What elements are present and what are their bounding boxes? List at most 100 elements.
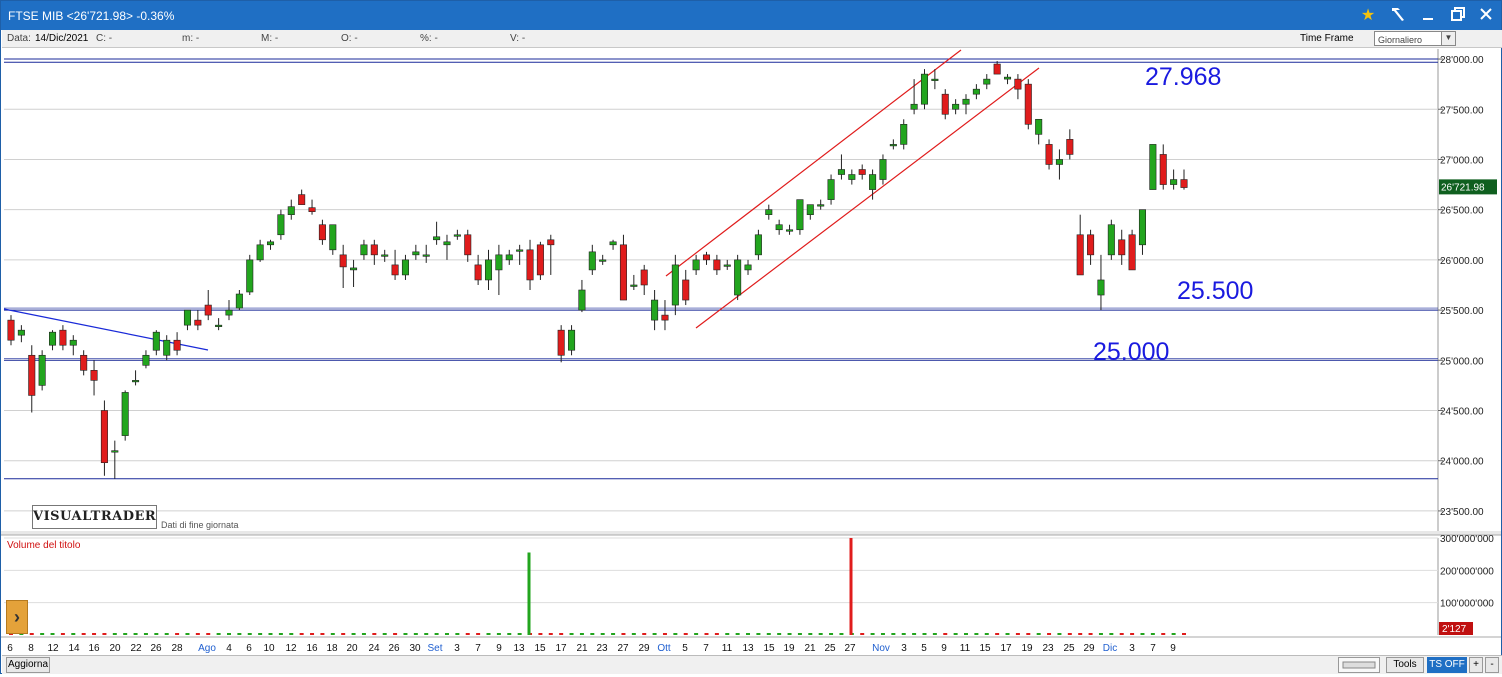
candle-body <box>1066 139 1074 155</box>
x-tick-label: 15 <box>763 643 775 654</box>
candle-body <box>121 392 129 436</box>
candle-body <box>1035 118 1043 135</box>
candle-body <box>723 264 731 267</box>
x-tick-label: 3 <box>454 643 460 654</box>
candle-body <box>152 331 160 351</box>
scroll-slider[interactable] <box>1338 657 1380 673</box>
x-tick-label: 17 <box>555 643 567 654</box>
candle-body <box>433 236 441 241</box>
candle-body <box>422 254 430 257</box>
candle-body <box>869 174 877 190</box>
x-tick-label: 9 <box>1170 643 1176 654</box>
x-tick-label: 9 <box>941 643 947 654</box>
x-tick-label: 19 <box>783 643 795 654</box>
candle-body <box>370 244 378 256</box>
candle-body <box>713 259 721 271</box>
x-tick-label: 14 <box>68 643 80 654</box>
ts-off-button[interactable]: TS OFF <box>1427 657 1467 673</box>
zoom-in-button[interactable]: + <box>1469 657 1483 673</box>
volume-tick-label: 200'000'000 <box>1440 566 1494 577</box>
candlestick-chart: 23'500.00 24'000.00 24'500.00 25'000.00 25'5… <box>1 49 1501 654</box>
candle-body <box>651 299 659 321</box>
x-tick-label: 19 <box>1021 643 1033 654</box>
x-tick-label: 27 <box>617 643 629 654</box>
candle-body <box>391 264 399 276</box>
candle-body <box>858 169 866 175</box>
x-tick-label: 6 <box>246 643 252 654</box>
candle-body <box>183 309 191 326</box>
x-tick-label: 29 <box>1083 643 1095 654</box>
tools-button[interactable]: Tools <box>1386 657 1424 673</box>
candle-body <box>775 224 783 231</box>
candle-body <box>536 244 544 276</box>
x-tick-label: 3 <box>901 643 907 654</box>
candle-body <box>246 259 254 293</box>
candle-body <box>962 98 970 105</box>
candle-body <box>1138 209 1146 246</box>
candle-body <box>38 354 46 386</box>
x-tick-label: Ott <box>657 643 671 654</box>
x-tick-label: 7 <box>475 643 481 654</box>
candle-body <box>329 224 337 251</box>
y-tick-label: 23'500.00 <box>1440 507 1484 518</box>
candle-body <box>827 179 835 200</box>
candle-body <box>599 259 607 262</box>
candle-body <box>17 329 25 336</box>
candle-body <box>817 204 825 207</box>
candle-body <box>464 234 472 256</box>
candle-body <box>526 249 534 281</box>
x-tick-label: 10 <box>263 643 275 654</box>
x-tick-label: Nov <box>872 643 890 654</box>
x-tick-label: Ago <box>198 643 216 654</box>
x-tick-label: 26 <box>150 643 162 654</box>
zoom-out-button[interactable]: - <box>1485 657 1499 673</box>
candle-body <box>235 293 243 309</box>
x-tick-label: 16 <box>88 643 100 654</box>
candle-body <box>640 269 648 286</box>
x-tick-label: 20 <box>346 643 358 654</box>
y-tick-label: 25'000.00 <box>1440 356 1484 367</box>
data-source-note: Dati di fine giornata <box>161 520 239 530</box>
x-tick-label: 13 <box>513 643 525 654</box>
volume-tick-label: 100'000'000 <box>1440 599 1494 610</box>
x-tick-label: 15 <box>534 643 546 654</box>
candle-body <box>111 450 119 453</box>
x-tick-label: 27 <box>844 643 856 654</box>
candle-body <box>225 309 233 316</box>
y-tick-label: 26'500.00 <box>1440 206 1484 217</box>
candle-body <box>806 204 814 215</box>
candle-body <box>941 93 949 115</box>
chart-window: FTSE MIB <26'721.98> -0.36% ★ Data: 14/D… <box>0 0 1502 674</box>
y-tick-label: 27'000.00 <box>1440 155 1484 166</box>
candle-body <box>983 78 991 85</box>
candle-body <box>993 63 1001 75</box>
candle-body <box>318 224 326 241</box>
candle-body <box>952 103 960 110</box>
candle-body <box>889 144 897 147</box>
x-tick-label: Set <box>427 643 442 654</box>
candle-body <box>204 304 212 316</box>
candle-body <box>1118 239 1126 256</box>
price-annotation: 25.500 <box>1177 277 1253 305</box>
y-tick-label: 27'500.00 <box>1440 105 1484 116</box>
expand-panel-icon[interactable]: › <box>6 600 28 634</box>
x-tick-label: 17 <box>1000 643 1012 654</box>
candle-body <box>1055 159 1063 165</box>
candle-body <box>630 284 638 287</box>
refresh-button[interactable]: Aggiorna <box>6 657 50 673</box>
y-tick-label: 26'000.00 <box>1440 256 1484 267</box>
candle-body <box>495 254 503 271</box>
candle-body <box>59 329 67 346</box>
candle-body <box>1076 234 1084 276</box>
x-tick-label: 25 <box>1063 643 1075 654</box>
x-tick-label: 23 <box>596 643 608 654</box>
candle-body <box>69 339 77 346</box>
candle-body <box>308 207 316 212</box>
candle-body <box>266 241 275 246</box>
x-tick-label: 22 <box>130 643 142 654</box>
candle-body <box>619 244 627 301</box>
candle-body <box>215 324 223 327</box>
candle-body <box>132 380 140 383</box>
x-tick-label: 25 <box>824 643 836 654</box>
candle-body <box>80 354 88 371</box>
